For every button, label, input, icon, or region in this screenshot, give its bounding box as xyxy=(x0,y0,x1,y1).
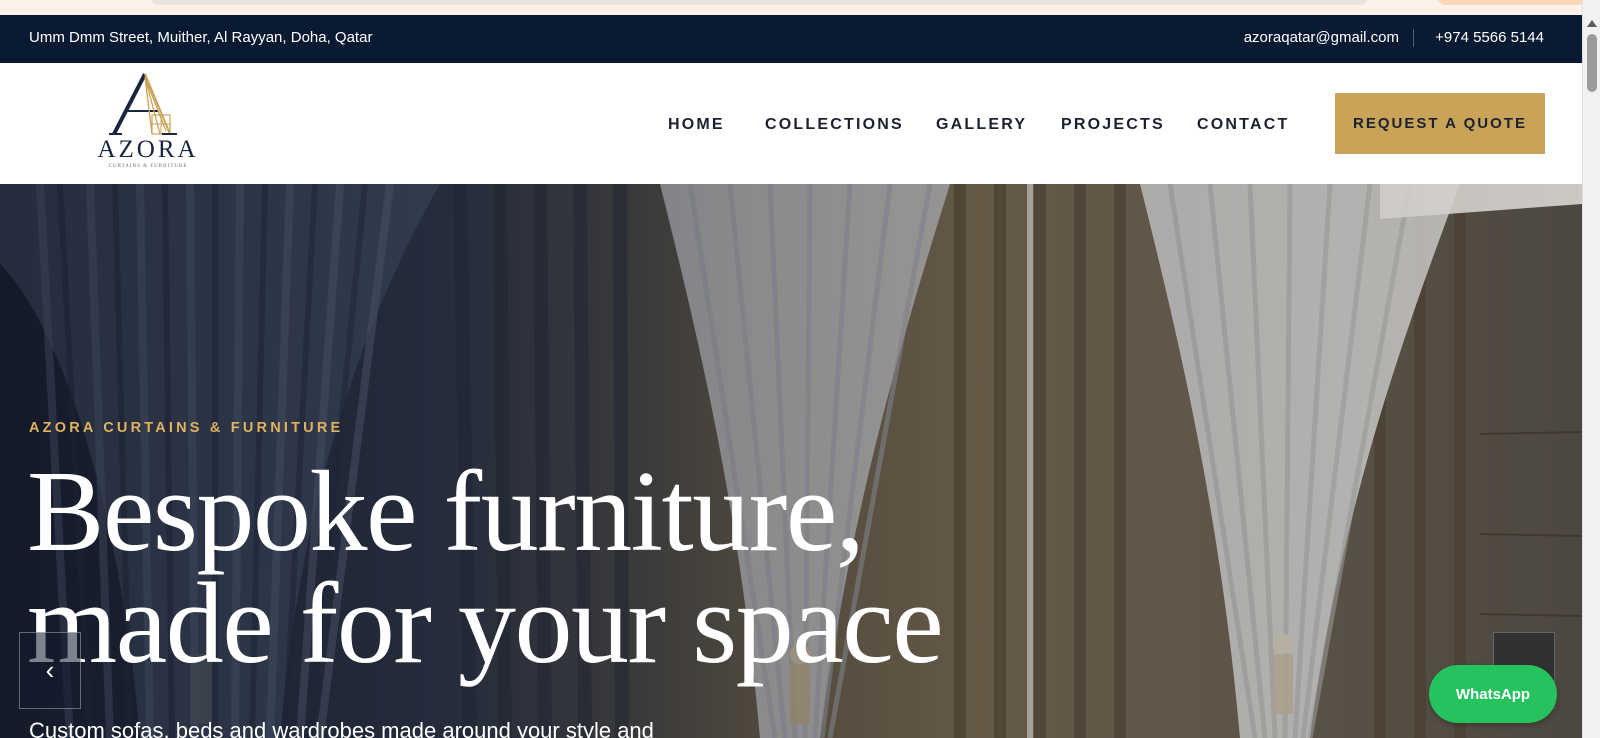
hero-headline-line2: made for your space xyxy=(27,560,944,688)
nav-collections[interactable]: COLLECTIONS xyxy=(765,116,904,134)
chevron-left-icon: ‹ xyxy=(45,655,55,685)
hero-headline: Bespoke furniture, made for your space xyxy=(27,448,944,688)
azora-logo[interactable]: AZORA CURTAINS & FURNITURE xyxy=(92,71,204,175)
logo-tagline: CURTAINS & FURNITURE xyxy=(108,164,188,169)
slider-prev-button[interactable]: ‹ xyxy=(19,632,81,709)
hero-slider: AZORA CURTAINS & FURNITURE Bespoke furni… xyxy=(0,184,1582,738)
hero-eyebrow: AZORA CURTAINS & FURNITURE xyxy=(29,420,344,436)
scroll-up-arrow-icon[interactable] xyxy=(1587,20,1597,27)
logo-monogram-icon xyxy=(109,73,177,135)
site-header: AZORA CURTAINS & FURNITURE HOME COLLECTI… xyxy=(0,63,1582,184)
nav-gallery[interactable]: GALLERY xyxy=(936,116,1027,134)
whatsapp-button[interactable]: WhatsApp xyxy=(1429,665,1557,723)
nav-home[interactable]: HOME xyxy=(668,116,725,134)
action-pill xyxy=(1437,0,1587,5)
email-link[interactable]: azoraqatar@gmail.com xyxy=(1244,29,1399,46)
scrollbar-thumb[interactable] xyxy=(1587,34,1597,92)
address-text: Umm Dmm Street, Muither, Al Rayyan, Doha… xyxy=(29,29,373,46)
hero-headline-line1: Bespoke furniture, xyxy=(27,448,865,576)
info-divider xyxy=(1413,29,1414,47)
nav-projects[interactable]: PROJECTS xyxy=(1061,116,1165,134)
request-quote-button[interactable]: REQUEST A QUOTE xyxy=(1335,93,1545,154)
nav-contact[interactable]: CONTACT xyxy=(1197,116,1289,134)
contact-info-bar: Umm Dmm Street, Muither, Al Rayyan, Doha… xyxy=(0,15,1582,63)
hero-subtext: Custom sofas, beds and wardrobes made ar… xyxy=(29,718,654,738)
page-scrollbar[interactable] xyxy=(1582,0,1600,738)
browser-top-strip xyxy=(0,0,1587,15)
address-pill xyxy=(150,0,1368,5)
phone-link[interactable]: +974 5566 5144 xyxy=(1435,29,1544,46)
logo-wordmark: AZORA xyxy=(97,136,199,163)
